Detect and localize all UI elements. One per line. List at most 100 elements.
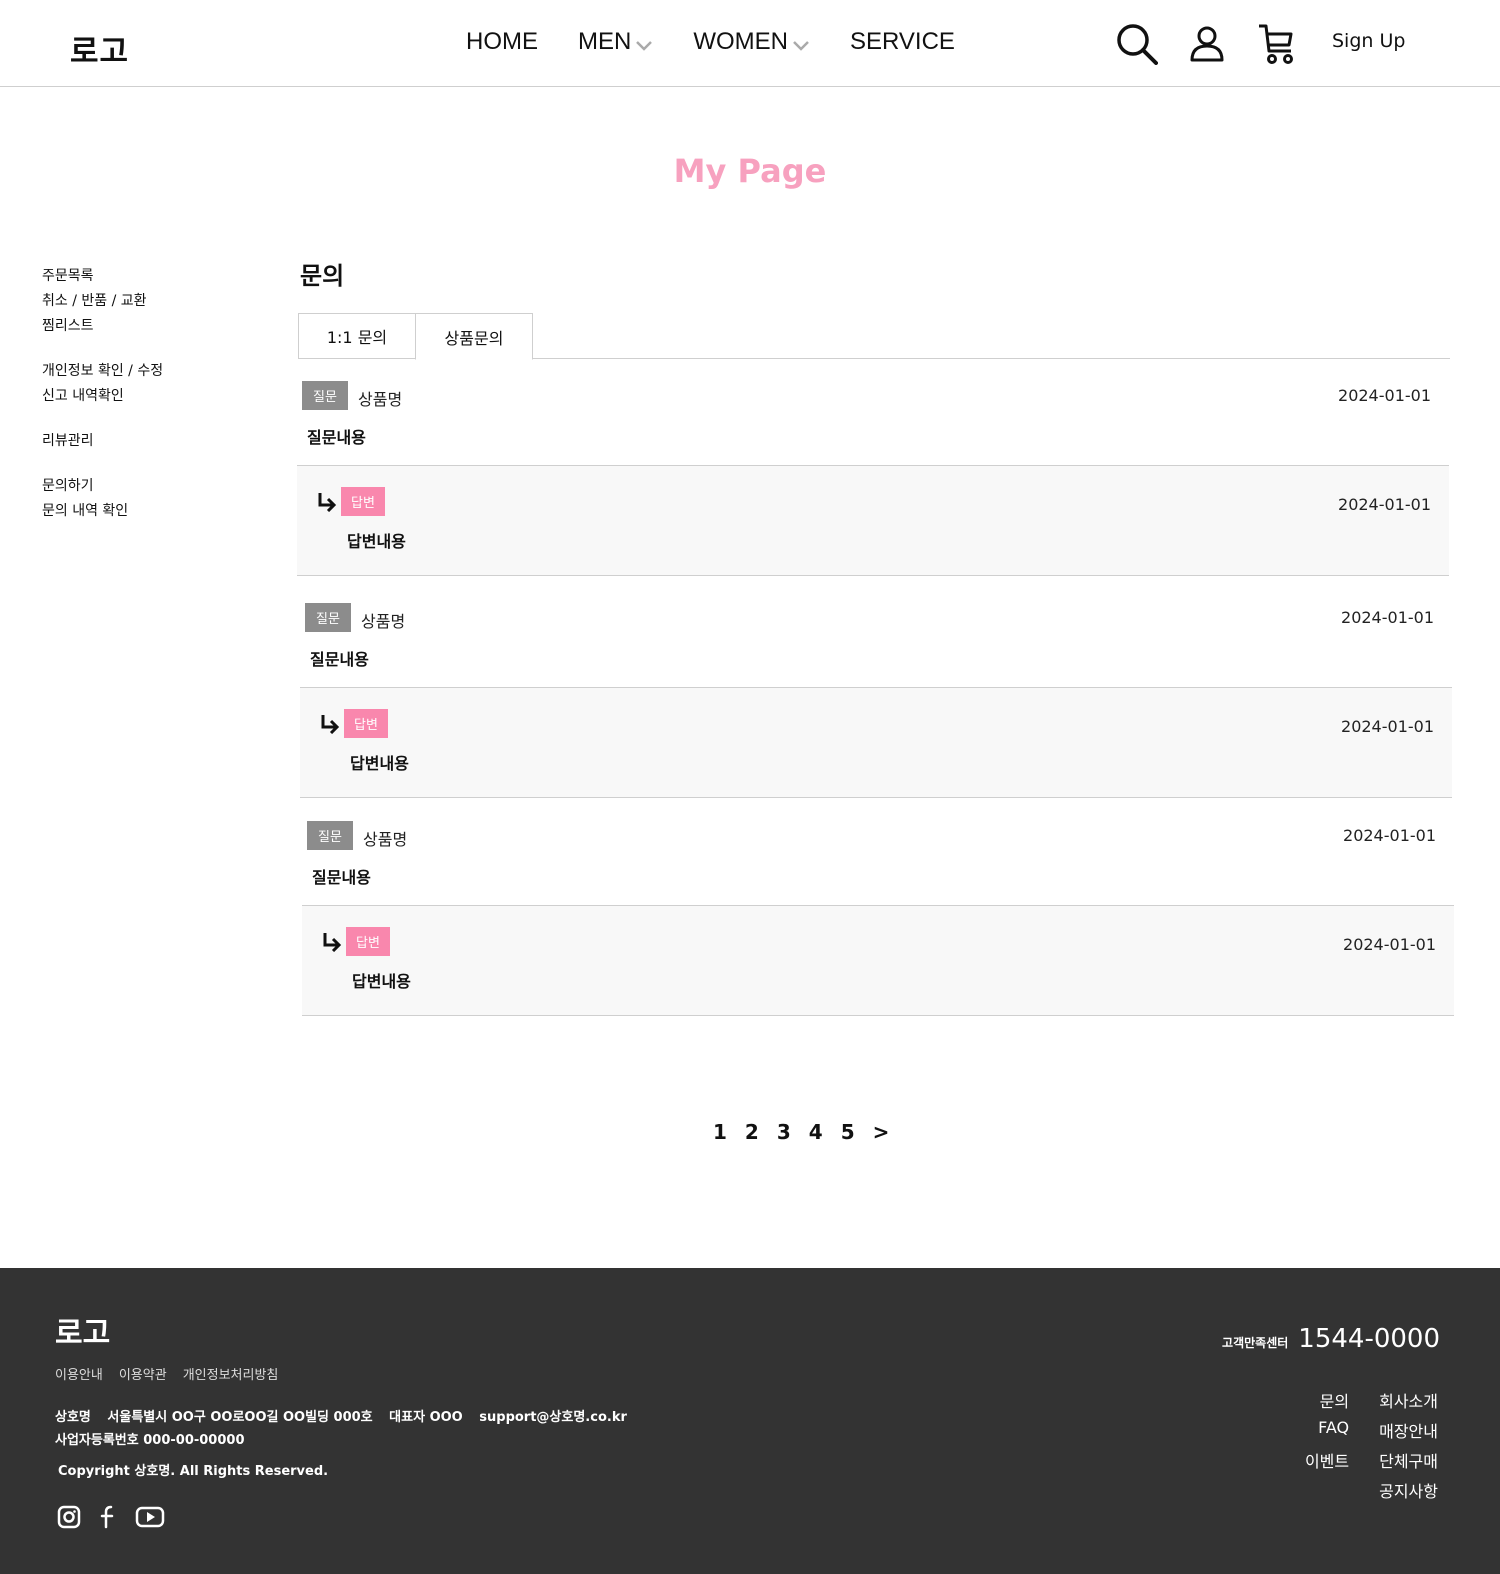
nav-service-label: SERVICE <box>850 28 955 55</box>
company-name: 상호명 <box>55 1410 91 1425</box>
answer-badge: 답변 <box>344 709 388 738</box>
footer-menu-faq[interactable]: FAQ <box>1305 1418 1349 1442</box>
reply-arrow-icon <box>321 715 340 734</box>
nav-women-label: WOMEN <box>693 28 788 55</box>
footer-menu-group-buy[interactable]: 단체구매 <box>1379 1448 1438 1472</box>
logo[interactable]: 로고 <box>70 26 129 71</box>
footer-menu-inquiry[interactable]: 문의 <box>1305 1388 1349 1412</box>
question-badge: 질문 <box>307 821 353 850</box>
footer-links: 이용안내 이용약관 개인정보처리방침 <box>55 1364 294 1383</box>
inquiry-entry: 질문 상품명 질문내용 2024-01-01 답변 답변내용 2024-01-0… <box>297 366 1449 576</box>
footer-menu-about[interactable]: 회사소개 <box>1379 1388 1438 1412</box>
product-name: 상품명 <box>358 390 403 409</box>
youtube-icon[interactable] <box>135 1506 165 1528</box>
answer-row: 답변 답변내용 2024-01-01 <box>302 906 1454 1016</box>
inquiry-tabs: 1:1 문의 상품문의 <box>298 313 1450 360</box>
chevron-down-icon <box>636 41 653 51</box>
answer-badge: 답변 <box>346 927 390 956</box>
reply-arrow-icon <box>323 933 342 952</box>
sidebar: 주문목록 취소 / 반품 / 교환 찜리스트 개인정보 확인 / 수정 신고 내… <box>42 264 163 544</box>
answer-row: 답변 답변내용 2024-01-01 <box>297 466 1449 576</box>
pagination: 1 2 3 4 5 > <box>713 1120 907 1144</box>
sidebar-item-profile[interactable]: 개인정보 확인 / 수정 <box>42 359 163 384</box>
answer-content: 답변내용 <box>347 532 406 551</box>
customer-center-label: 고객만족센터 <box>1222 1336 1289 1350</box>
instagram-icon[interactable] <box>57 1505 81 1529</box>
sidebar-item-reviews[interactable]: 리뷰관리 <box>42 429 163 454</box>
footer-menu-stores[interactable]: 매장안내 <box>1379 1418 1438 1442</box>
footer-menu-event[interactable]: 이벤트 <box>1305 1448 1349 1472</box>
copyright: Copyright 상호명. All Rights Reserved. <box>58 1464 329 1479</box>
customer-center: 고객만족센터 1544-0000 <box>1222 1324 1440 1354</box>
facebook-icon[interactable] <box>99 1505 117 1529</box>
main-nav: HOME MEN WOMEN SERVICE <box>466 28 995 56</box>
footer-menu-empty <box>1305 1478 1349 1502</box>
footer-link-guide[interactable]: 이용안내 <box>55 1364 103 1383</box>
sidebar-group-reviews: 리뷰관리 <box>42 429 163 454</box>
nav-men[interactable]: MEN <box>578 28 653 56</box>
question-row[interactable]: 질문 상품명 질문내용 2024-01-01 <box>302 806 1454 906</box>
nav-men-label: MEN <box>578 28 632 55</box>
company-address: 서울특별시 OO구 OO로OO길 OO빌딩 000호 <box>107 1410 373 1425</box>
sidebar-group-account: 개인정보 확인 / 수정 신고 내역확인 <box>42 359 163 409</box>
header-icons <box>1115 22 1325 66</box>
question-row[interactable]: 질문 상품명 질문내용 2024-01-01 <box>300 588 1452 688</box>
question-date: 2024-01-01 <box>1338 386 1431 405</box>
company-ceo: 대표자 OOO <box>389 1410 463 1425</box>
answer-date: 2024-01-01 <box>1341 717 1434 736</box>
sidebar-item-wishlist[interactable]: 찜리스트 <box>42 314 163 339</box>
site-header: 로고 HOME MEN WOMEN SERVICE Sign Up <box>0 0 1500 87</box>
sidebar-item-orders[interactable]: 주문목록 <box>42 264 163 289</box>
search-icon[interactable] <box>1115 22 1159 66</box>
footer-menu: 문의 회사소개 FAQ 매장안내 이벤트 단체구매 공지사항 <box>1305 1388 1438 1502</box>
sidebar-item-cancel-return[interactable]: 취소 / 반품 / 교환 <box>42 289 163 314</box>
question-badge: 질문 <box>302 381 348 410</box>
page-3[interactable]: 3 <box>777 1120 791 1144</box>
social-links <box>57 1505 183 1529</box>
signup-link[interactable]: Sign Up <box>1332 30 1405 52</box>
question-content: 질문내용 <box>312 868 371 887</box>
company-email: support@상호명.co.kr <box>479 1410 627 1425</box>
nav-service[interactable]: SERVICE <box>850 28 955 56</box>
sidebar-item-reports[interactable]: 신고 내역확인 <box>42 384 163 409</box>
site-footer: 로고 이용안내 이용약관 개인정보처리방침 상호명 서울특별시 OO구 OO로O… <box>0 1268 1500 1574</box>
answer-date: 2024-01-01 <box>1338 495 1431 514</box>
sidebar-item-inquiry-history[interactable]: 문의 내역 확인 <box>42 499 163 524</box>
product-name: 상품명 <box>361 612 406 631</box>
question-row[interactable]: 질문 상품명 질문내용 2024-01-01 <box>297 366 1449 466</box>
question-date: 2024-01-01 <box>1341 608 1434 627</box>
business-number: 사업자등록번호 000-00-00000 <box>55 1433 245 1448</box>
customer-center-phone[interactable]: 1544-0000 <box>1298 1324 1440 1354</box>
sidebar-group-inquiry: 문의하기 문의 내역 확인 <box>42 474 163 524</box>
chevron-down-icon <box>793 41 809 51</box>
nav-home[interactable]: HOME <box>466 28 538 56</box>
question-content: 질문내용 <box>310 650 369 669</box>
next-page-button[interactable]: > <box>873 1120 890 1144</box>
answer-date: 2024-01-01 <box>1343 935 1436 954</box>
reply-arrow-icon <box>318 493 337 512</box>
nav-women[interactable]: WOMEN <box>693 28 810 56</box>
inquiry-entry: 질문 상품명 질문내용 2024-01-01 답변 답변내용 2024-01-0… <box>300 588 1452 798</box>
question-content: 질문내용 <box>307 428 366 447</box>
cart-icon[interactable] <box>1255 22 1299 66</box>
answer-content: 답변내용 <box>350 754 409 773</box>
sidebar-item-inquire[interactable]: 문의하기 <box>42 474 163 499</box>
answer-row: 답변 답변내용 2024-01-01 <box>300 688 1452 798</box>
footer-menu-notice[interactable]: 공지사항 <box>1379 1478 1438 1502</box>
product-name: 상품명 <box>363 830 408 849</box>
footer-logo: 로고 <box>55 1316 111 1351</box>
question-date: 2024-01-01 <box>1343 826 1436 845</box>
page-4[interactable]: 4 <box>809 1120 823 1144</box>
answer-badge: 답변 <box>341 487 385 516</box>
user-icon[interactable] <box>1185 22 1229 66</box>
footer-link-privacy[interactable]: 개인정보처리방침 <box>183 1364 279 1383</box>
footer-link-terms[interactable]: 이용약관 <box>119 1364 167 1383</box>
tab-product-inquiry[interactable]: 상품문의 <box>415 313 533 360</box>
page-5[interactable]: 5 <box>841 1120 855 1144</box>
section-title: 문의 <box>300 262 345 290</box>
tab-one-to-one[interactable]: 1:1 문의 <box>298 313 416 359</box>
page-1[interactable]: 1 <box>713 1120 727 1144</box>
answer-content: 답변내용 <box>352 972 411 991</box>
page-2[interactable]: 2 <box>745 1120 759 1144</box>
sidebar-group-orders: 주문목록 취소 / 반품 / 교환 찜리스트 <box>42 264 163 339</box>
